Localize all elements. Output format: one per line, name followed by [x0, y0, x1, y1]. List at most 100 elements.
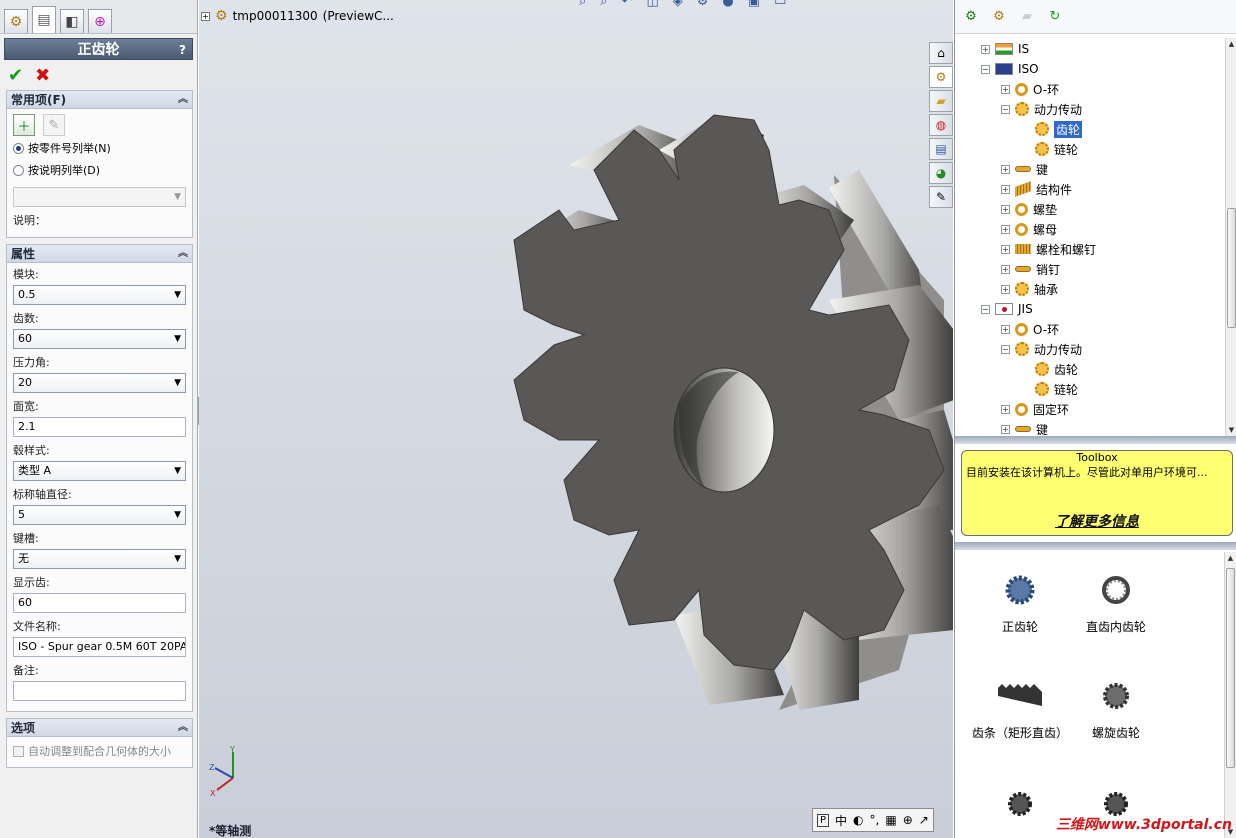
properties-header[interactable]: 属性 ︽ — [7, 245, 192, 263]
tree-node-o-ring[interactable]: + O-环 — [1001, 79, 1059, 99]
dimxpert-tab[interactable]: ⊕ — [88, 9, 112, 33]
palette-item-helical-gear[interactable]: 螺旋齿轮 — [1051, 668, 1181, 741]
scroll-thumb[interactable] — [1227, 208, 1236, 328]
refresh-button[interactable]: ↻ — [1045, 7, 1065, 27]
expand-icon[interactable]: + — [1001, 404, 1010, 414]
tree-node-structural[interactable]: + 结构件 — [1001, 179, 1072, 199]
tree-node-washers[interactable]: + 螺垫 — [1001, 199, 1057, 219]
ok-button[interactable]: ✔ — [8, 65, 23, 86]
tree-node-is[interactable]: + IS — [981, 39, 1029, 59]
expand-icon[interactable]: + — [1001, 324, 1010, 334]
display-style-icon[interactable]: ⚙ — [697, 0, 709, 9]
expand-icon[interactable]: + — [1001, 204, 1010, 214]
expand-icon[interactable]: + — [1001, 224, 1010, 234]
keyway-select[interactable]: 无 ▼ — [13, 549, 186, 569]
appearance-icon[interactable]: ● — [722, 0, 733, 9]
ime-halfwidth-icon[interactable]: ◐ — [853, 813, 863, 827]
hub-style-select[interactable]: 类型 A ▼ — [13, 461, 186, 481]
expand-icon[interactable]: + — [1001, 244, 1010, 254]
learn-more-link[interactable]: 了解更多信息 — [962, 511, 1232, 531]
scroll-down-icon[interactable]: ▼ — [1226, 424, 1236, 436]
tree-node-keys[interactable]: + 键 — [1001, 159, 1048, 179]
tab-search[interactable]: ◍ — [929, 114, 953, 136]
collapse-icon[interactable]: − — [981, 64, 990, 74]
collapse-icon[interactable]: − — [1001, 344, 1010, 354]
ime-punct-icon[interactable]: °, — [870, 813, 880, 827]
tree-node-bearings[interactable]: + 轴承 — [1001, 279, 1058, 299]
tab-home[interactable]: ⌂ — [929, 42, 953, 64]
ime-logo-icon[interactable]: P — [817, 813, 830, 827]
shaft-diameter-select[interactable]: 5 ▼ — [13, 505, 186, 525]
tab-view-palette[interactable]: ▤ — [929, 138, 953, 160]
list-by-description-radio[interactable]: 按说明列举(D) — [13, 159, 186, 181]
collapse-icon[interactable]: − — [1001, 104, 1010, 114]
comment-input[interactable] — [13, 681, 186, 701]
tab-custom-properties[interactable]: ✎ — [929, 186, 953, 208]
scroll-up-icon[interactable]: ▲ — [1226, 38, 1236, 50]
tree-node-power-transmission[interactable]: − 动力传动 — [1001, 99, 1082, 119]
collapse-icon[interactable]: − — [981, 304, 990, 314]
tab-design-library[interactable]: ⚙ — [929, 66, 953, 88]
face-width-input[interactable]: 2.1 — [13, 417, 186, 437]
section-view-icon[interactable]: ◫ — [646, 0, 658, 9]
zoom-area-icon[interactable]: ⌕ — [600, 0, 607, 9]
collapse-icon[interactable]: ︽ — [178, 91, 188, 109]
filename-input[interactable]: ISO - Spur gear 0.5M 60T 20PA 2. — [13, 637, 186, 657]
options-header[interactable]: 选项 ︽ — [7, 719, 192, 737]
tree-node-bolts-screws[interactable]: + 螺栓和螺钉 — [1001, 239, 1096, 259]
scroll-thumb[interactable] — [1226, 568, 1235, 768]
expand-icon[interactable]: + — [1001, 264, 1010, 274]
tree-node-gears[interactable]: 齿轮 — [1035, 119, 1083, 139]
module-select[interactable]: 0.5 ▼ — [13, 285, 186, 305]
pressure-angle-select[interactable]: 20 ▼ — [13, 373, 186, 393]
expand-icon[interactable]: + — [1001, 424, 1010, 434]
expand-icon[interactable]: + — [981, 44, 990, 54]
tree-node-nuts[interactable]: + 螺母 — [1001, 219, 1057, 239]
teeth-select[interactable]: 60 ▼ — [13, 329, 186, 349]
tab-file-explorer[interactable]: ▰ — [929, 90, 953, 112]
collapse-icon[interactable]: ︽ — [178, 719, 188, 737]
expand-icon[interactable]: + — [1001, 84, 1010, 94]
tree-node-jis-gears[interactable]: 齿轮 — [1035, 359, 1078, 379]
add-file-location-button[interactable]: ⚙ — [989, 7, 1009, 27]
property-manager-tab[interactable]: ▤ — [32, 6, 56, 33]
pane-divider-2[interactable] — [955, 542, 1236, 550]
graphics-area[interactable]: ⌕ ⌕ ↶ ◫ ◈ ⚙ ● ▣ ▭ + ⚙ tmp00011300 (Previ… — [199, 0, 953, 838]
view-settings-icon[interactable]: ▭ — [774, 0, 786, 9]
tree-node-jis-sprockets[interactable]: 链轮 — [1035, 379, 1078, 399]
palette-scrollbar[interactable]: ▲ ▼ — [1224, 552, 1236, 838]
tab-appearances[interactable]: ◕ — [929, 162, 953, 184]
pane-divider[interactable] — [955, 436, 1236, 444]
collapse-icon[interactable]: ︽ — [178, 245, 188, 263]
favorites-header[interactable]: 常用项(F) ︽ — [7, 91, 192, 109]
list-by-part-number-radio[interactable]: 按零件号列举(N) — [13, 137, 186, 159]
tree-node-iso[interactable]: − ISO — [981, 59, 1039, 79]
cancel-button[interactable]: ✖ — [35, 65, 50, 86]
ime-help-icon[interactable]: ↗ — [919, 813, 929, 827]
tree-node-retaining-rings[interactable]: + 固定环 — [1001, 399, 1069, 419]
tree-node-sprockets[interactable]: 链轮 — [1035, 139, 1078, 159]
view-orientation-icon[interactable]: ◈ — [673, 0, 683, 9]
tree-node-jis-power-transmission[interactable]: − 动力传动 — [1001, 339, 1082, 359]
tree-node-jis-keys[interactable]: + 键 — [1001, 419, 1048, 436]
favorites-select[interactable]: ▼ — [13, 187, 186, 207]
add-favorite-button[interactable]: ＋ — [13, 114, 35, 136]
tree-node-jis[interactable]: − JIS — [981, 299, 1033, 319]
configuration-manager-tab[interactable]: ◧ — [60, 9, 84, 33]
remove-favorite-button[interactable]: ✎ — [43, 114, 65, 136]
tree-node-jis-o-ring[interactable]: + O-环 — [1001, 319, 1059, 339]
ime-keyboard-icon[interactable]: ▦ — [885, 813, 896, 827]
add-to-library-button[interactable]: ⚙ — [961, 7, 981, 27]
scroll-up-icon[interactable]: ▲ — [1225, 552, 1236, 564]
tree-node-pins[interactable]: + 销钉 — [1001, 259, 1060, 279]
scene-icon[interactable]: ▣ — [748, 0, 760, 9]
tree-scrollbar[interactable]: ▲ ▼ — [1225, 38, 1236, 436]
help-icon[interactable]: ? — [179, 39, 186, 61]
zoom-fit-icon[interactable]: ⌕ — [579, 0, 586, 9]
ime-lang-toggle[interactable]: 中 — [835, 812, 847, 829]
auto-size-checkbox[interactable]: 自动调整到配合几何体的大小 — [13, 741, 186, 761]
show-teeth-input[interactable]: 60 — [13, 593, 186, 613]
expand-icon[interactable]: + — [1001, 284, 1010, 294]
feature-manager-tab[interactable]: ⚙ — [4, 9, 28, 33]
create-folder-button[interactable]: ▰ — [1017, 7, 1037, 27]
